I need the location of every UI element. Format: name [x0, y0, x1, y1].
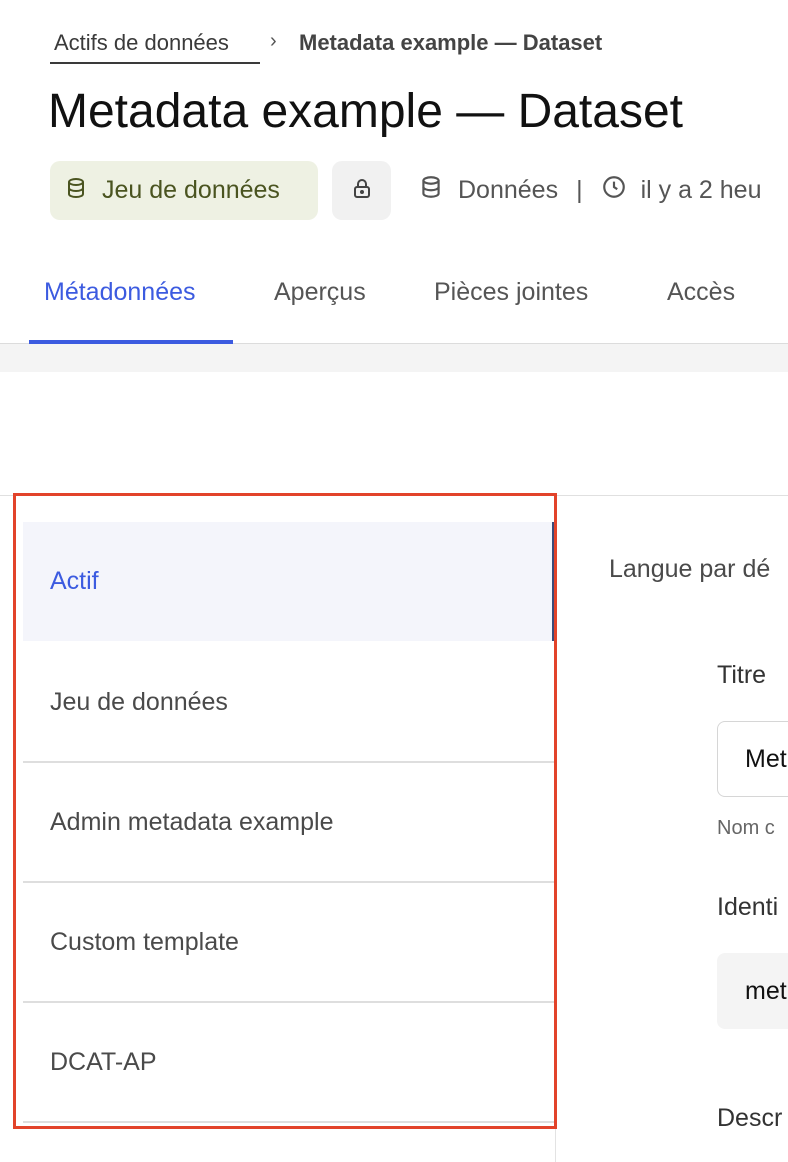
nav-item-label: DCAT-AP: [50, 1048, 157, 1076]
asset-type-badge: Jeu de données: [50, 161, 318, 220]
asset-meta-row: Données | il y a 2 heu: [418, 174, 762, 207]
updated-time: il y a 2 heu: [640, 176, 762, 204]
nav-item-custom-template[interactable]: Custom template: [23, 883, 555, 1002]
access-lock-badge[interactable]: [332, 161, 391, 220]
nav-item-label: Jeu de données: [50, 688, 228, 716]
database-icon: [64, 176, 88, 205]
page-title: Metadata example — Dataset: [48, 85, 683, 138]
description-label: Descr: [717, 1104, 783, 1132]
nav-item-dataset[interactable]: Jeu de données: [23, 643, 555, 762]
tab-bar: Métadonnées Aperçus Pièces jointes Accès: [0, 262, 788, 344]
tab-access[interactable]: Accès: [667, 278, 735, 307]
lock-icon: [350, 176, 374, 205]
nav-item-label: Admin metadata example: [50, 808, 334, 836]
breadcrumb-current: Metadata example — Dataset: [299, 30, 603, 55]
default-language-label: Langue par dé: [609, 555, 771, 583]
panel-divider: [0, 495, 788, 496]
nav-item-label: Actif: [50, 567, 99, 595]
asset-type-label: Jeu de données: [102, 176, 280, 204]
content-panel: [0, 372, 788, 496]
nav-item-asset[interactable]: Actif: [23, 522, 555, 641]
chevron-right-icon: ›: [270, 30, 277, 52]
nav-item-admin-metadata[interactable]: Admin metadata example: [23, 763, 555, 882]
title-help-text: Nom c: [717, 817, 775, 839]
nav-item-dcat-ap[interactable]: DCAT-AP: [23, 1003, 555, 1122]
nav-divider: [555, 496, 556, 1162]
tab-metadata[interactable]: Métadonnées: [44, 278, 196, 307]
tab-attachments[interactable]: Pièces jointes: [434, 278, 588, 307]
breadcrumb-underline: [50, 62, 260, 64]
nav-separator: [23, 1121, 555, 1123]
breadcrumb-parent-link[interactable]: Actifs de données: [54, 30, 229, 56]
identifier-label: Identi: [717, 893, 779, 921]
nav-item-label: Custom template: [50, 928, 239, 956]
source-label: Données: [458, 176, 559, 204]
meta-separator: |: [576, 176, 583, 204]
database-icon: [418, 174, 444, 207]
content-background: [0, 344, 788, 372]
title-input[interactable]: Met: [717, 721, 788, 797]
identifier-input-value: met: [745, 976, 787, 1005]
identifier-input[interactable]: met: [717, 953, 788, 1029]
title-label: Titre: [717, 661, 767, 689]
clock-icon: [601, 174, 627, 207]
tab-previews[interactable]: Aperçus: [274, 278, 366, 307]
title-input-value: Met: [745, 744, 787, 773]
